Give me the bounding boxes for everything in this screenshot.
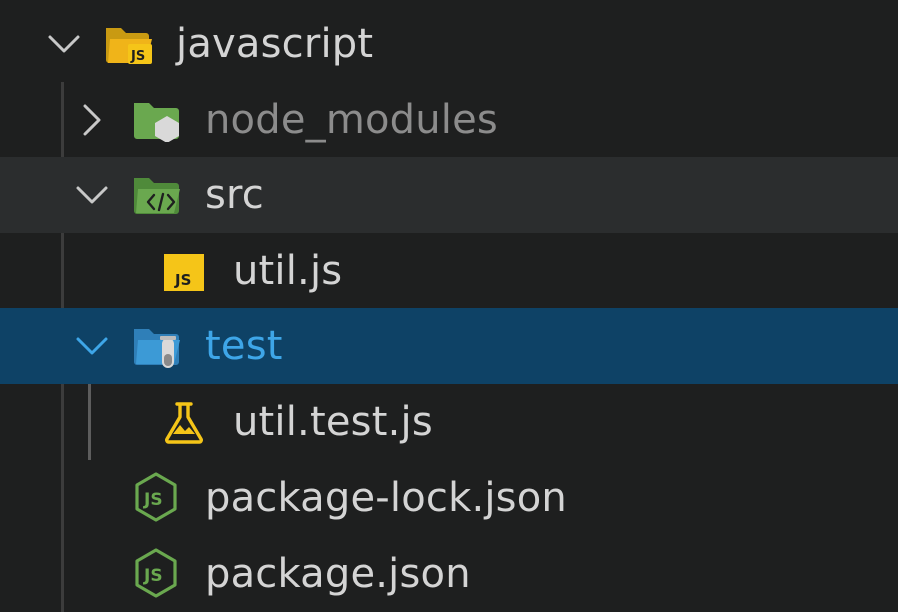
tree-row-src[interactable]: src <box>0 157 898 233</box>
nodejs-file-icon: JS <box>134 548 182 598</box>
chevron-down-icon[interactable] <box>72 326 112 366</box>
test-flask-file-icon <box>162 400 210 444</box>
javascript-folder-open-icon: JS <box>104 22 152 66</box>
tree-item-label: node_modules <box>205 97 498 143</box>
svg-text:JS: JS <box>130 49 145 64</box>
svg-text:JS: JS <box>143 566 163 586</box>
tree-row-javascript[interactable]: JS javascript <box>0 6 898 82</box>
svg-text:JS: JS <box>143 490 163 510</box>
tree-row-util-test-js[interactable]: util.test.js <box>0 384 898 460</box>
tree-item-label: src <box>205 172 264 218</box>
src-folder-open-icon <box>132 173 180 217</box>
nodejs-file-icon: JS <box>134 472 182 522</box>
test-folder-open-icon <box>132 324 180 368</box>
tree-item-label: util.test.js <box>233 399 433 445</box>
file-explorer-tree: JS javascript node_modules src JS util.j… <box>0 0 898 612</box>
node-modules-folder-icon <box>132 98 180 142</box>
tree-item-label: util.js <box>233 248 343 294</box>
tree-item-label: package.json <box>205 551 471 597</box>
tree-row-package-lock-json[interactable]: JS package-lock.json <box>0 460 898 536</box>
tree-row-node-modules[interactable]: node_modules <box>0 82 898 158</box>
tree-item-label: package-lock.json <box>205 475 567 521</box>
chevron-down-icon[interactable] <box>44 24 84 64</box>
js-file-icon: JS <box>163 253 211 297</box>
tree-row-package-json[interactable]: JS package.json <box>0 536 898 612</box>
chevron-right-icon[interactable] <box>72 100 112 140</box>
tree-row-test[interactable]: test <box>0 308 898 384</box>
chevron-down-icon[interactable] <box>72 175 112 215</box>
tree-item-label: test <box>205 323 283 369</box>
svg-text:JS: JS <box>174 271 191 289</box>
tree-row-util-js[interactable]: JS util.js <box>0 233 898 309</box>
tree-item-label: javascript <box>176 21 374 67</box>
